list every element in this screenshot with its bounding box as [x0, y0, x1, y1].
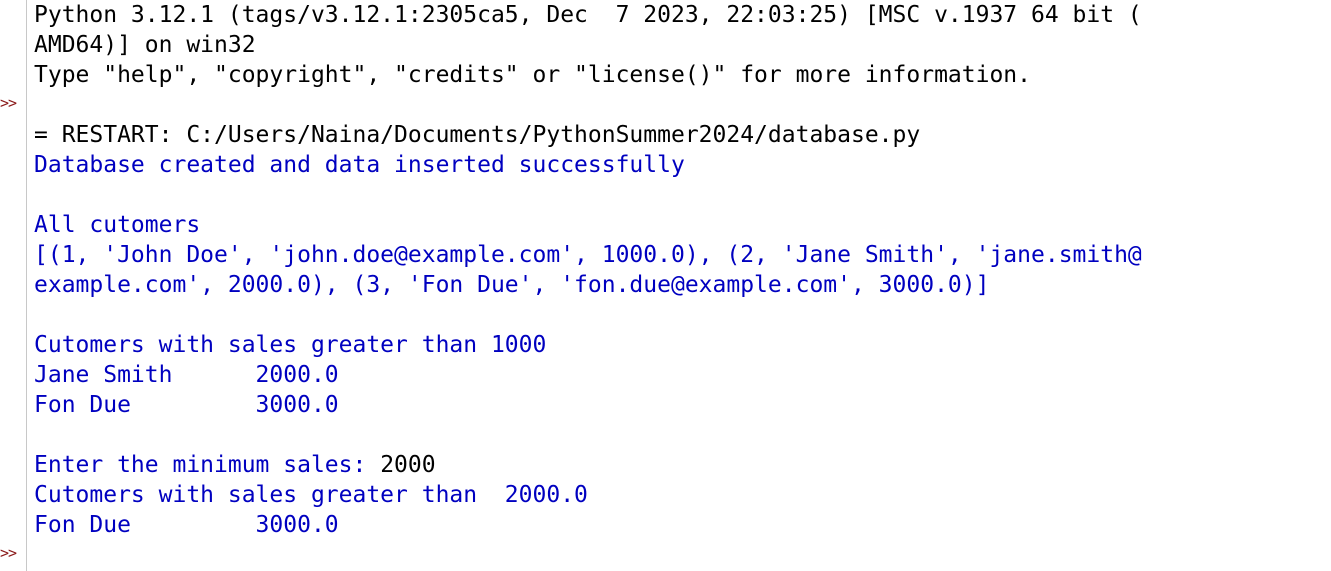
shell-prompt-current: >> [0, 544, 17, 562]
shell-output-area[interactable]: Python 3.12.1 (tags/v3.12.1:2305ca5, Dec… [34, 0, 1331, 571]
stdout-line: Database created and data inserted succe… [34, 152, 685, 178]
input-prompt-text: Enter the minimum sales: [34, 452, 381, 478]
stdout-line: example.com', 2000.0), (3, 'Fon Due', 'f… [34, 272, 990, 298]
banner-line: Python 3.12.1 (tags/v3.12.1:2305ca5, Dec… [34, 2, 1142, 28]
stdout-row: Fon Due 3000.0 [34, 512, 339, 538]
banner-line: AMD64)] on win32 [34, 32, 256, 58]
input-value: 2000 [380, 452, 436, 478]
stdout-line: All cutomers [34, 212, 201, 238]
stdout-line: [(1, 'John Doe', 'john.doe@example.com',… [34, 242, 1142, 268]
stdout-line: Cutomers with sales greater than 2000.0 [34, 482, 588, 508]
prompt-gutter: >> >> [0, 0, 27, 571]
restart-line: = RESTART: C:/Users/Naina/Documents/Pyth… [34, 122, 921, 148]
input-prompt-line: Enter the minimum sales: 2000 [34, 450, 436, 480]
idle-shell-window[interactable]: >> >> Python 3.12.1 (tags/v3.12.1:2305ca… [0, 0, 1331, 571]
stdout-line: Cutomers with sales greater than 1000 [34, 332, 547, 358]
banner-line: Type "help", "copyright", "credits" or "… [34, 62, 1031, 88]
shell-prompt: >> [0, 94, 17, 112]
stdout-row: Fon Due 3000.0 [34, 392, 339, 418]
stdout-row: Jane Smith 2000.0 [34, 362, 339, 388]
